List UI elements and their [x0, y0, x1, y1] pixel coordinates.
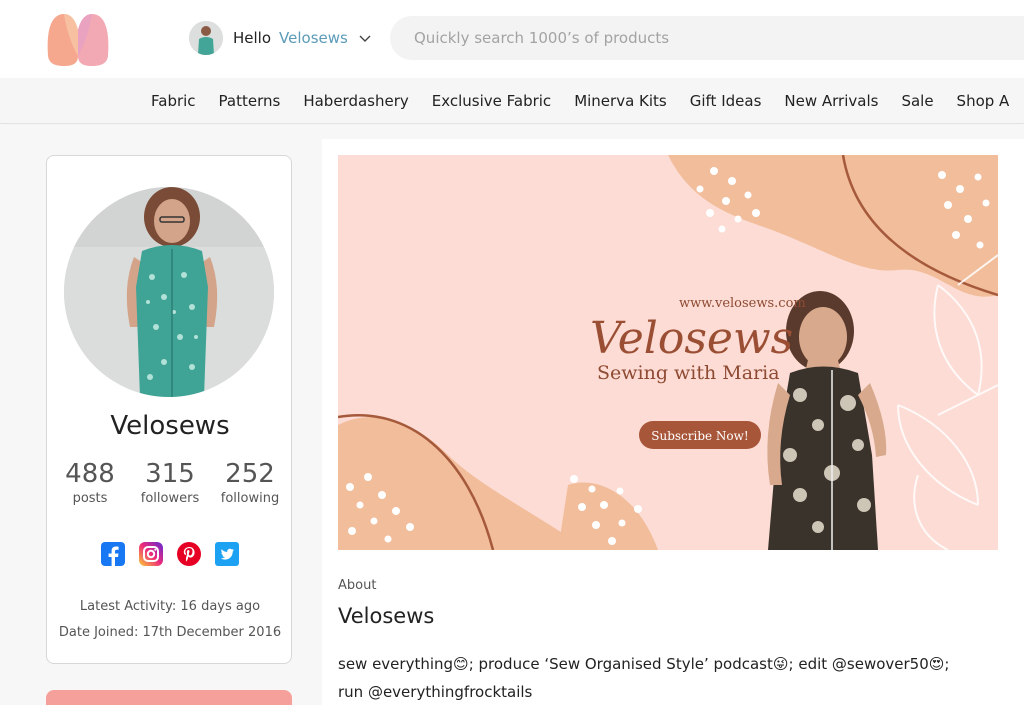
emoji-heart-eyes-icon: 😍 [928, 655, 945, 673]
greeting-text: Hello [233, 29, 272, 47]
bio-text: sew everything😊; produce ‘Sew Organised … [338, 650, 988, 705]
banner-title: Velosews [590, 313, 793, 364]
bio-part: ; [944, 655, 950, 673]
pinterest-icon[interactable] [177, 542, 201, 566]
nav-item-minerva-kits[interactable]: Minerva Kits [574, 92, 667, 110]
nav-item-shop-a[interactable]: Shop A [957, 92, 1010, 110]
search-bar [390, 16, 1024, 60]
main-nav: Fabric Patterns Haberdashery Exclusive F… [0, 78, 1024, 124]
nav-item-haberdashery[interactable]: Haberdashery [303, 92, 408, 110]
profile-photo [64, 187, 274, 397]
banner-url: www.velosews.com [679, 296, 806, 311]
bio-part: ; edit @sewover50 [788, 655, 929, 673]
bio-part: ; produce ‘Sew Organised Style’ podcast [468, 655, 773, 673]
page-body: Velosews 488 posts 315 followers 252 fol… [0, 125, 1024, 705]
stat-value: 252 [225, 459, 275, 489]
twitter-icon[interactable] [215, 542, 239, 566]
stat-label: followers [140, 491, 200, 506]
user-menu[interactable]: Hello Velosews [189, 20, 372, 56]
nav-item-gift-ideas[interactable]: Gift Ideas [690, 92, 762, 110]
profile-name: Velosews [110, 411, 230, 441]
stat-posts[interactable]: 488 posts [50, 459, 130, 506]
chevron-down-icon[interactable] [358, 31, 372, 45]
activity-info: Latest Activity: 16 days ago Date Joined… [47, 594, 293, 646]
site-header: Hello Velosews [0, 0, 1024, 78]
nav-item-patterns[interactable]: Patterns [219, 92, 281, 110]
social-links [47, 542, 293, 566]
profile-card: Velosews 488 posts 315 followers 252 fol… [46, 155, 292, 664]
nav-item-fabric[interactable]: Fabric [151, 92, 196, 110]
profile-banner: www.velosews.com Velosews Sewing with Ma… [338, 155, 998, 550]
latest-activity: Latest Activity: 16 days ago [79, 599, 261, 614]
search-input[interactable] [414, 16, 1014, 60]
emoji-smile-icon: 😊 [453, 655, 469, 673]
profile-stats: 488 posts 315 followers 252 following [47, 459, 293, 506]
stat-followers[interactable]: 315 followers [130, 459, 210, 506]
stat-label: following [220, 491, 280, 506]
username-link[interactable]: Velosews [279, 29, 348, 47]
stat-value: 315 [145, 459, 195, 489]
about-name: Velosews [338, 604, 435, 628]
about-label: About [338, 578, 377, 593]
emoji-wink-icon: 😜 [772, 655, 789, 673]
bio-part: run @everythingfrocktails [338, 683, 533, 701]
avatar [189, 21, 223, 55]
sidebar-action-button[interactable] [46, 690, 292, 705]
instagram-icon[interactable] [139, 542, 163, 566]
facebook-icon[interactable] [101, 542, 125, 566]
minerva-logo-icon[interactable] [44, 8, 112, 66]
nav-item-sale[interactable]: Sale [901, 92, 933, 110]
profile-main: www.velosews.com Velosews Sewing with Ma… [322, 139, 1024, 705]
bio-part: sew everything [338, 655, 454, 673]
banner-subtitle: Sewing with Maria [597, 362, 780, 384]
stat-label: posts [72, 491, 108, 506]
nav-item-new-arrivals[interactable]: New Arrivals [784, 92, 878, 110]
stat-value: 488 [65, 459, 115, 489]
subscribe-label: Subscribe Now! [651, 429, 749, 443]
date-joined: Date Joined: 17th December 2016 [58, 625, 282, 640]
stat-following[interactable]: 252 following [210, 459, 290, 506]
nav-item-exclusive-fabric[interactable]: Exclusive Fabric [432, 92, 551, 110]
